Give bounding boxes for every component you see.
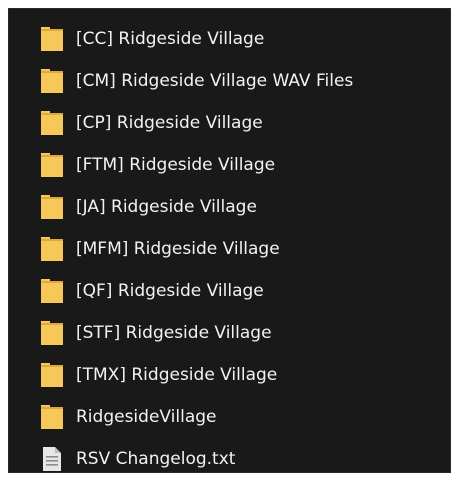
folder-icon: [40, 193, 64, 221]
folder-icon: [40, 319, 64, 347]
item-label: RSV Changelog.txt: [76, 449, 236, 469]
item-label: [STF] Ridgeside Village: [76, 323, 272, 343]
item-label: [TMX] Ridgeside Village: [76, 365, 278, 385]
folder-icon: [40, 151, 64, 179]
folder-icon: [40, 67, 64, 95]
list-item-mfm-ridgeside-village[interactable]: [MFM] Ridgeside Village: [9, 228, 450, 270]
file-list-pane: [CC] Ridgeside Village [CM] Ridgeside Vi…: [8, 8, 451, 473]
folder-icon: [40, 109, 64, 137]
list-item-tmx-ridgeside-village[interactable]: [TMX] Ridgeside Village: [9, 354, 450, 396]
list-item-qf-ridgeside-village[interactable]: [QF] Ridgeside Village: [9, 270, 450, 312]
list-item-ridgesidevillage[interactable]: RidgesideVillage: [9, 396, 450, 438]
item-label: [CC] Ridgeside Village: [76, 29, 265, 49]
item-label: [JA] Ridgeside Village: [76, 197, 257, 217]
item-label: [CM] Ridgeside Village WAV Files: [76, 71, 354, 91]
list-item-rsv-changelog[interactable]: RSV Changelog.txt: [9, 438, 450, 480]
list-item-stf-ridgeside-village[interactable]: [STF] Ridgeside Village: [9, 312, 450, 354]
item-label: [FTM] Ridgeside Village: [76, 155, 276, 175]
list-item-ja-ridgeside-village[interactable]: [JA] Ridgeside Village: [9, 186, 450, 228]
folder-icon: [40, 235, 64, 263]
item-label: [MFM] Ridgeside Village: [76, 239, 280, 259]
list-item-ftm-ridgeside-village[interactable]: [FTM] Ridgeside Village: [9, 144, 450, 186]
list-item-cm-ridgeside-village-wav-files[interactable]: [CM] Ridgeside Village WAV Files: [9, 60, 450, 102]
item-label: [CP] Ridgeside Village: [76, 113, 263, 133]
folder-icon: [40, 403, 64, 431]
text-file-icon: [40, 445, 64, 473]
list-item-cp-ridgeside-village[interactable]: [CP] Ridgeside Village: [9, 102, 450, 144]
folder-icon: [40, 361, 64, 389]
list-item-cc-ridgeside-village[interactable]: [CC] Ridgeside Village: [9, 18, 450, 60]
item-label: [QF] Ridgeside Village: [76, 281, 264, 301]
item-label: RidgesideVillage: [76, 407, 217, 427]
folder-icon: [40, 25, 64, 53]
folder-icon: [40, 277, 64, 305]
